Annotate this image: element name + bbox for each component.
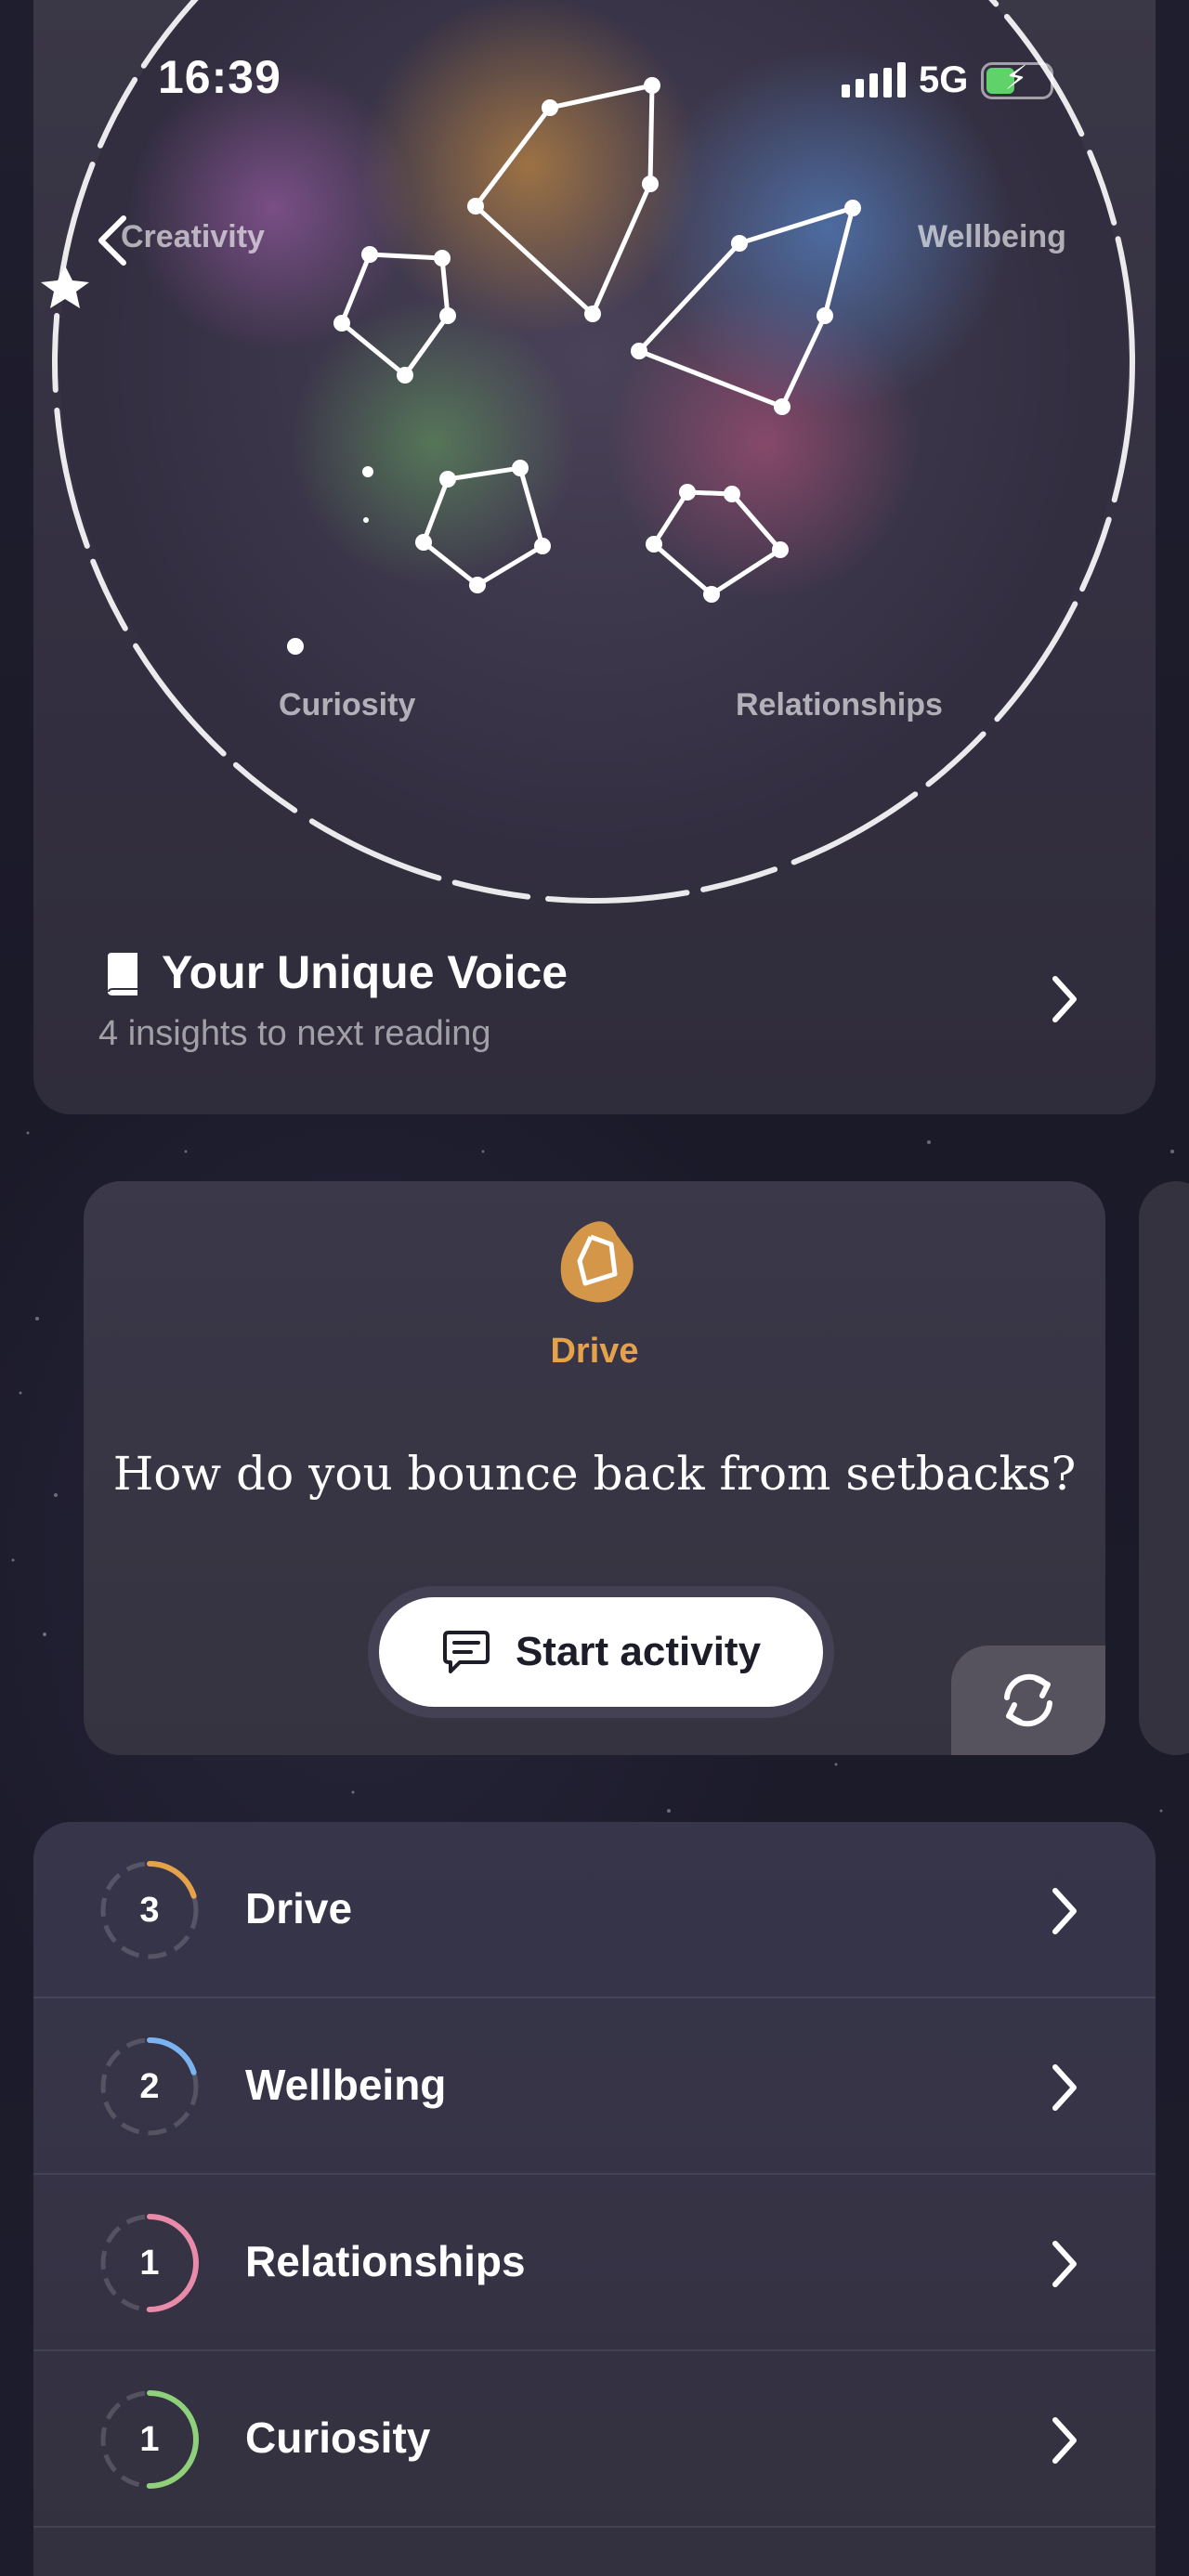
network-type: 5G [919, 59, 969, 100]
category-count: 3 [139, 1890, 160, 1930]
start-activity-label: Start activity [515, 1629, 762, 1674]
unique-voice-subtitle: 4 insights to next reading [98, 1014, 491, 1053]
refresh-icon [1004, 1673, 1052, 1727]
category-row-drive[interactable]: 3 Drive [33, 1822, 1156, 1998]
category-count: 1 [139, 2243, 160, 2283]
status-icons: 5G ⚡ [842, 59, 1054, 101]
status-time: 16:39 [158, 51, 281, 103]
category-list: 3 Drive 2 Wellbeing 1 Relationships 1 Cu… [33, 1822, 1156, 2576]
unique-voice-link[interactable]: Your Unique Voice 4 insights to next rea… [33, 929, 1156, 1114]
battery-charging-icon: ⚡ [981, 60, 1054, 99]
chevron-right-icon [1052, 976, 1077, 1022]
curiosity-constellation [421, 465, 545, 589]
question-category: Drive [550, 1332, 639, 1371]
app-screen: Creativity Wellbeing Curiosity Relations… [0, 0, 1189, 2576]
status-bar: 16:39 5G ⚡ [0, 0, 1189, 167]
chevron-right-icon [1052, 1888, 1077, 1934]
wellbeing-label: Wellbeing [918, 219, 1066, 254]
creativity-label: Creativity [121, 219, 265, 254]
relationships-label: Relationships [736, 687, 943, 722]
chevron-right-icon [1052, 2417, 1077, 2464]
category-count: 1 [139, 2419, 160, 2459]
unique-voice-title: Your Unique Voice [162, 946, 568, 998]
chevron-left-icon [98, 215, 126, 266]
category-row-partial[interactable] [33, 2528, 1156, 2576]
creativity-constellation [338, 252, 451, 379]
refresh-question-button[interactable] [951, 1646, 1105, 1755]
book-icon [108, 953, 137, 995]
category-count: 2 [139, 2066, 160, 2106]
category-label: Drive [245, 1884, 353, 1932]
chevron-right-icon [1052, 2064, 1077, 2111]
start-activity-button[interactable]: Start activity [379, 1597, 823, 1707]
category-row-curiosity[interactable]: 1 Curiosity [33, 2351, 1156, 2528]
category-row-wellbeing[interactable]: 2 Wellbeing [33, 1998, 1156, 2175]
chat-icon [442, 1631, 490, 1673]
back-button[interactable] [89, 208, 136, 273]
cellular-signal-icon [842, 61, 906, 98]
curiosity-label: Curiosity [279, 687, 416, 722]
question-card: Drive How do you bounce back from setbac… [84, 1181, 1105, 1755]
drive-badge-icon [560, 1221, 634, 1303]
category-label: Relationships [245, 2237, 526, 2285]
orbit-star-icon [41, 266, 89, 308]
wellbeing-constellation [634, 204, 856, 410]
relationships-constellation [650, 489, 784, 598]
category-label: Curiosity [245, 2413, 431, 2462]
category-label: Wellbeing [245, 2061, 447, 2109]
category-row-relationships[interactable]: 1 Relationships [33, 2175, 1156, 2351]
chevron-right-icon [1052, 2241, 1077, 2287]
question-text: How do you bounce back from setbacks? [112, 1447, 1077, 1501]
next-question-card[interactable] [1139, 1181, 1189, 1755]
